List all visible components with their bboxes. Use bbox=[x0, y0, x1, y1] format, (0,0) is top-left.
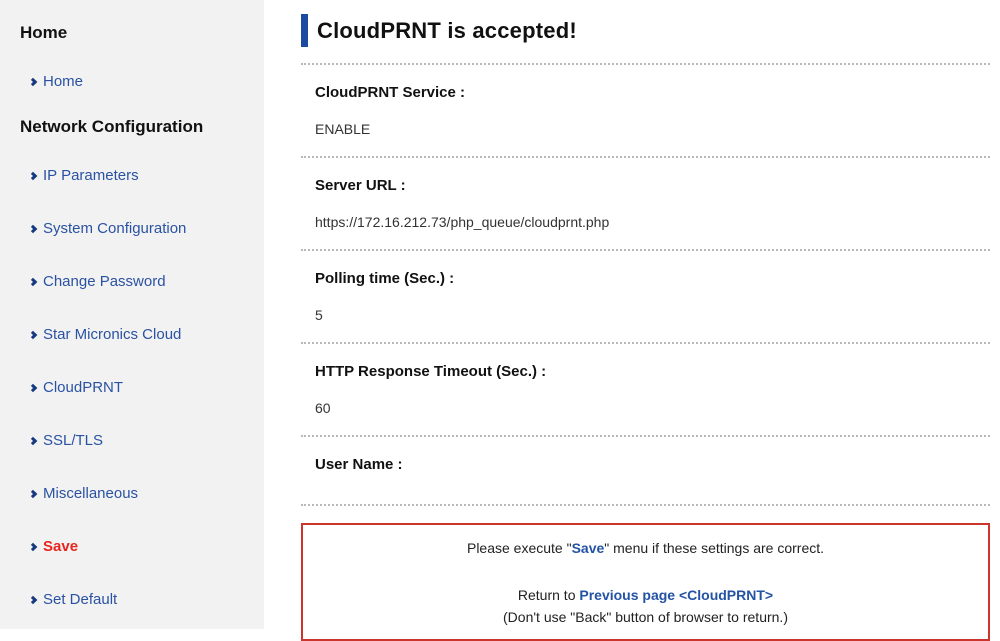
field-value: 5 bbox=[315, 307, 990, 342]
chevron-right-icon bbox=[29, 225, 37, 233]
sidebar-item-set-default[interactable]: Set Default bbox=[30, 590, 254, 610]
chevron-right-icon bbox=[29, 384, 37, 392]
title-accent-bar bbox=[301, 14, 308, 47]
sidebar-item-label: Save bbox=[43, 537, 78, 557]
sidebar-item-system-configuration[interactable]: System Configuration bbox=[30, 219, 254, 239]
chevron-right-icon bbox=[29, 78, 37, 86]
notice-text: Return to bbox=[518, 587, 579, 603]
save-menu-link[interactable]: Save bbox=[572, 540, 605, 556]
sidebar-item-ssl-tls[interactable]: SSL/TLS bbox=[30, 431, 254, 451]
sidebar-item-label: System Configuration bbox=[43, 219, 186, 239]
notice-line2: Return to Previous page <CloudPRNT> bbox=[313, 586, 978, 604]
field-value: ENABLE bbox=[315, 121, 990, 156]
chevron-right-icon bbox=[29, 490, 37, 498]
notice-line3: (Don't use "Back" button of browser to r… bbox=[313, 608, 978, 626]
field-label: Polling time (Sec.) : bbox=[315, 251, 990, 288]
sidebar-item-cloudprnt[interactable]: CloudPRNT bbox=[30, 378, 254, 398]
chevron-right-icon bbox=[29, 437, 37, 445]
sidebar-item-miscellaneous[interactable]: Miscellaneous bbox=[30, 484, 254, 504]
notice-text: " menu if these settings are correct. bbox=[604, 540, 824, 556]
field-label: Server URL : bbox=[315, 158, 990, 195]
page: Home Home Network Configuration IP Param… bbox=[0, 0, 1000, 629]
notice-line1: Please execute "Save" menu if these sett… bbox=[313, 539, 978, 557]
sidebar-item-star-micronics-cloud[interactable]: Star Micronics Cloud bbox=[30, 325, 254, 345]
sidebar: Home Home Network Configuration IP Param… bbox=[0, 0, 264, 629]
field-label: HTTP Response Timeout (Sec.) : bbox=[315, 344, 990, 381]
sidebar-item-label: Star Micronics Cloud bbox=[43, 325, 181, 345]
field-label: CloudPRNT Service : bbox=[315, 65, 990, 102]
previous-page-link[interactable]: Previous page <CloudPRNT> bbox=[579, 587, 773, 603]
field-user-name: User Name : bbox=[301, 437, 990, 504]
chevron-right-icon bbox=[29, 172, 37, 180]
sidebar-item-home[interactable]: Home bbox=[30, 72, 254, 92]
page-title: CloudPRNT is accepted! bbox=[317, 18, 577, 44]
main-content: CloudPRNT is accepted! CloudPRNT Service… bbox=[264, 0, 1000, 629]
notice-box: Please execute "Save" menu if these sett… bbox=[301, 523, 990, 641]
sidebar-item-label: Miscellaneous bbox=[43, 484, 138, 504]
field-http-response-timeout: HTTP Response Timeout (Sec.) : 60 bbox=[301, 344, 990, 435]
sidebar-section-network-configuration: Network Configuration bbox=[20, 116, 254, 138]
field-label: User Name : bbox=[315, 437, 990, 474]
separator bbox=[301, 504, 990, 506]
sidebar-item-label: Home bbox=[43, 72, 83, 92]
notice-text: Please execute " bbox=[467, 540, 572, 556]
field-value bbox=[315, 484, 990, 504]
field-value: 60 bbox=[315, 400, 990, 435]
sidebar-item-ip-parameters[interactable]: IP Parameters bbox=[30, 166, 254, 186]
chevron-right-icon bbox=[29, 331, 37, 339]
field-value: https://172.16.212.73/php_queue/cloudprn… bbox=[315, 214, 990, 249]
sidebar-item-label: CloudPRNT bbox=[43, 378, 123, 398]
chevron-right-icon bbox=[29, 278, 37, 286]
sidebar-item-label: SSL/TLS bbox=[43, 431, 103, 451]
sidebar-section-home: Home bbox=[20, 22, 254, 44]
sidebar-item-label: IP Parameters bbox=[43, 166, 139, 186]
title-row: CloudPRNT is accepted! bbox=[301, 14, 990, 47]
chevron-right-icon bbox=[29, 596, 37, 604]
field-polling-time: Polling time (Sec.) : 5 bbox=[301, 251, 990, 342]
sidebar-item-save[interactable]: Save bbox=[30, 537, 254, 557]
chevron-right-icon bbox=[29, 543, 37, 551]
sidebar-item-change-password[interactable]: Change Password bbox=[30, 272, 254, 292]
field-server-url: Server URL : https://172.16.212.73/php_q… bbox=[301, 158, 990, 249]
field-cloudprnt-service: CloudPRNT Service : ENABLE bbox=[301, 65, 990, 156]
sidebar-item-label: Change Password bbox=[43, 272, 166, 292]
sidebar-item-label: Set Default bbox=[43, 590, 117, 610]
